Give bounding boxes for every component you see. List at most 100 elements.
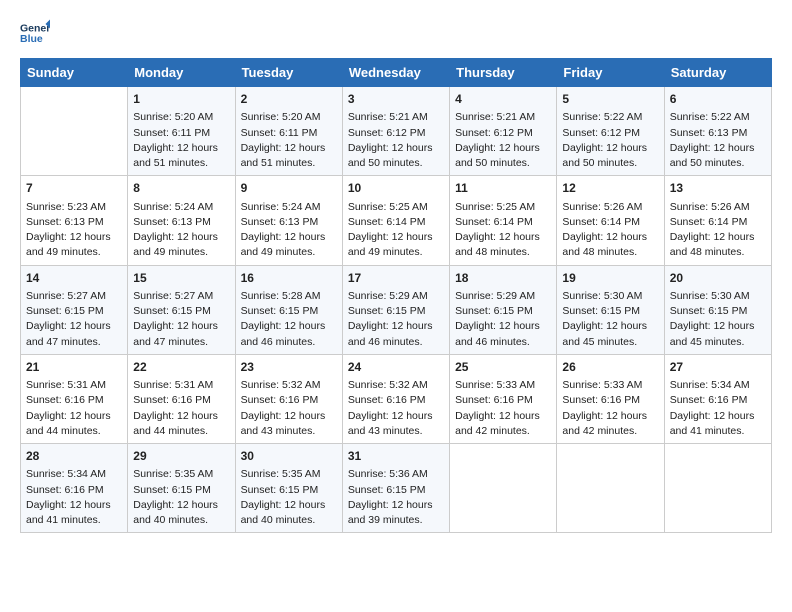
day-detail: Daylight: 12 hours (241, 319, 337, 334)
day-cell: 16Sunrise: 5:28 AMSunset: 6:15 PMDayligh… (235, 265, 342, 354)
day-detail: and 42 minutes. (562, 424, 658, 439)
day-detail: and 50 minutes. (348, 156, 444, 171)
day-cell (21, 87, 128, 176)
logo: General Blue (20, 18, 54, 48)
day-detail: Sunset: 6:13 PM (133, 215, 229, 230)
day-detail: and 44 minutes. (26, 424, 122, 439)
day-detail: and 40 minutes. (241, 513, 337, 528)
day-cell: 28Sunrise: 5:34 AMSunset: 6:16 PMDayligh… (21, 444, 128, 533)
day-detail: Sunrise: 5:22 AM (562, 110, 658, 125)
day-detail: Daylight: 12 hours (241, 141, 337, 156)
day-detail: Sunset: 6:13 PM (241, 215, 337, 230)
day-number: 31 (348, 448, 444, 465)
day-detail: Daylight: 12 hours (26, 230, 122, 245)
day-detail: Sunset: 6:15 PM (26, 304, 122, 319)
day-detail: Sunrise: 5:36 AM (348, 467, 444, 482)
page: General Blue SundayMondayTuesdayWednesda… (0, 0, 792, 612)
day-cell: 5Sunrise: 5:22 AMSunset: 6:12 PMDaylight… (557, 87, 664, 176)
day-detail: Sunrise: 5:27 AM (26, 289, 122, 304)
day-detail: and 50 minutes. (670, 156, 766, 171)
day-cell: 14Sunrise: 5:27 AMSunset: 6:15 PMDayligh… (21, 265, 128, 354)
day-detail: and 40 minutes. (133, 513, 229, 528)
day-cell: 24Sunrise: 5:32 AMSunset: 6:16 PMDayligh… (342, 354, 449, 443)
day-detail: Daylight: 12 hours (241, 409, 337, 424)
day-detail: Sunset: 6:14 PM (348, 215, 444, 230)
day-detail: and 49 minutes. (133, 245, 229, 260)
week-row-5: 28Sunrise: 5:34 AMSunset: 6:16 PMDayligh… (21, 444, 772, 533)
day-number: 8 (133, 180, 229, 197)
day-cell: 1Sunrise: 5:20 AMSunset: 6:11 PMDaylight… (128, 87, 235, 176)
day-cell: 29Sunrise: 5:35 AMSunset: 6:15 PMDayligh… (128, 444, 235, 533)
day-detail: Sunrise: 5:34 AM (26, 467, 122, 482)
day-cell: 26Sunrise: 5:33 AMSunset: 6:16 PMDayligh… (557, 354, 664, 443)
day-detail: Sunrise: 5:20 AM (133, 110, 229, 125)
day-detail: and 46 minutes. (455, 335, 551, 350)
svg-text:Blue: Blue (20, 33, 43, 45)
day-detail: Sunrise: 5:31 AM (133, 378, 229, 393)
day-number: 11 (455, 180, 551, 197)
day-detail: Sunrise: 5:30 AM (670, 289, 766, 304)
day-detail: Sunset: 6:15 PM (241, 483, 337, 498)
day-detail: Sunset: 6:15 PM (348, 304, 444, 319)
day-detail: and 47 minutes. (133, 335, 229, 350)
day-detail: Sunset: 6:16 PM (670, 393, 766, 408)
header-cell-thursday: Thursday (450, 59, 557, 87)
day-number: 20 (670, 270, 766, 287)
day-cell: 31Sunrise: 5:36 AMSunset: 6:15 PMDayligh… (342, 444, 449, 533)
day-cell: 11 Sunrise: 5:25 AMSunset: 6:14 PMDayligh… (450, 176, 557, 265)
day-number: 22 (133, 359, 229, 376)
day-detail: Sunrise: 5:31 AM (26, 378, 122, 393)
day-detail: Daylight: 12 hours (241, 230, 337, 245)
day-detail: Daylight: 12 hours (133, 409, 229, 424)
day-detail: Sunset: 6:16 PM (562, 393, 658, 408)
day-number: 17 (348, 270, 444, 287)
day-detail: Sunset: 6:15 PM (562, 304, 658, 319)
day-detail: Daylight: 12 hours (670, 319, 766, 334)
header-cell-wednesday: Wednesday (342, 59, 449, 87)
day-detail: Daylight: 12 hours (348, 319, 444, 334)
day-detail: Daylight: 12 hours (348, 498, 444, 513)
day-detail: and 48 minutes. (562, 245, 658, 260)
week-row-1: 1Sunrise: 5:20 AMSunset: 6:11 PMDaylight… (21, 87, 772, 176)
day-detail: Sunrise: 5:27 AM (133, 289, 229, 304)
day-detail: Sunset: 6:14 PM (455, 215, 551, 230)
day-detail: Sunset: 6:15 PM (133, 304, 229, 319)
day-detail: Sunrise: 5:30 AM (562, 289, 658, 304)
day-cell: 2Sunrise: 5:20 AMSunset: 6:11 PMDaylight… (235, 87, 342, 176)
day-detail: Daylight: 12 hours (26, 409, 122, 424)
day-detail: and 48 minutes. (455, 245, 551, 260)
day-detail: and 41 minutes. (670, 424, 766, 439)
day-detail: Sunrise: 5:29 AM (455, 289, 551, 304)
day-detail: and 51 minutes. (133, 156, 229, 171)
day-number: 30 (241, 448, 337, 465)
day-cell: 10Sunrise: 5:25 AMSunset: 6:14 PMDayligh… (342, 176, 449, 265)
day-detail: Daylight: 12 hours (562, 409, 658, 424)
day-number: 10 (348, 180, 444, 197)
day-detail: Daylight: 12 hours (562, 230, 658, 245)
day-detail: Daylight: 12 hours (348, 230, 444, 245)
day-detail: and 46 minutes. (241, 335, 337, 350)
day-detail: Sunset: 6:15 PM (670, 304, 766, 319)
day-detail: and 48 minutes. (670, 245, 766, 260)
day-number: 1 (133, 91, 229, 108)
day-number: 14 (26, 270, 122, 287)
day-detail: Sunrise: 5:26 AM (670, 200, 766, 215)
day-cell: 30Sunrise: 5:35 AMSunset: 6:15 PMDayligh… (235, 444, 342, 533)
calendar-table: SundayMondayTuesdayWednesdayThursdayFrid… (20, 58, 772, 533)
day-detail: and 46 minutes. (348, 335, 444, 350)
day-detail: Daylight: 12 hours (455, 230, 551, 245)
day-detail: Sunrise: 5:24 AM (241, 200, 337, 215)
day-detail: Sunrise: 5:26 AM (562, 200, 658, 215)
day-detail: Sunrise: 5:25 AM (455, 200, 551, 215)
day-detail: Sunset: 6:15 PM (455, 304, 551, 319)
day-number: 13 (670, 180, 766, 197)
day-detail: Sunset: 6:15 PM (241, 304, 337, 319)
header-row: SundayMondayTuesdayWednesdayThursdayFrid… (21, 59, 772, 87)
day-detail: Sunrise: 5:24 AM (133, 200, 229, 215)
day-detail: Sunrise: 5:33 AM (562, 378, 658, 393)
day-cell: 9Sunrise: 5:24 AMSunset: 6:13 PMDaylight… (235, 176, 342, 265)
day-detail: and 50 minutes. (455, 156, 551, 171)
day-cell: 20 Sunrise: 5:30 AMSunset: 6:15 PMDayligh… (664, 265, 771, 354)
day-detail: and 41 minutes. (26, 513, 122, 528)
day-number: 25 (455, 359, 551, 376)
